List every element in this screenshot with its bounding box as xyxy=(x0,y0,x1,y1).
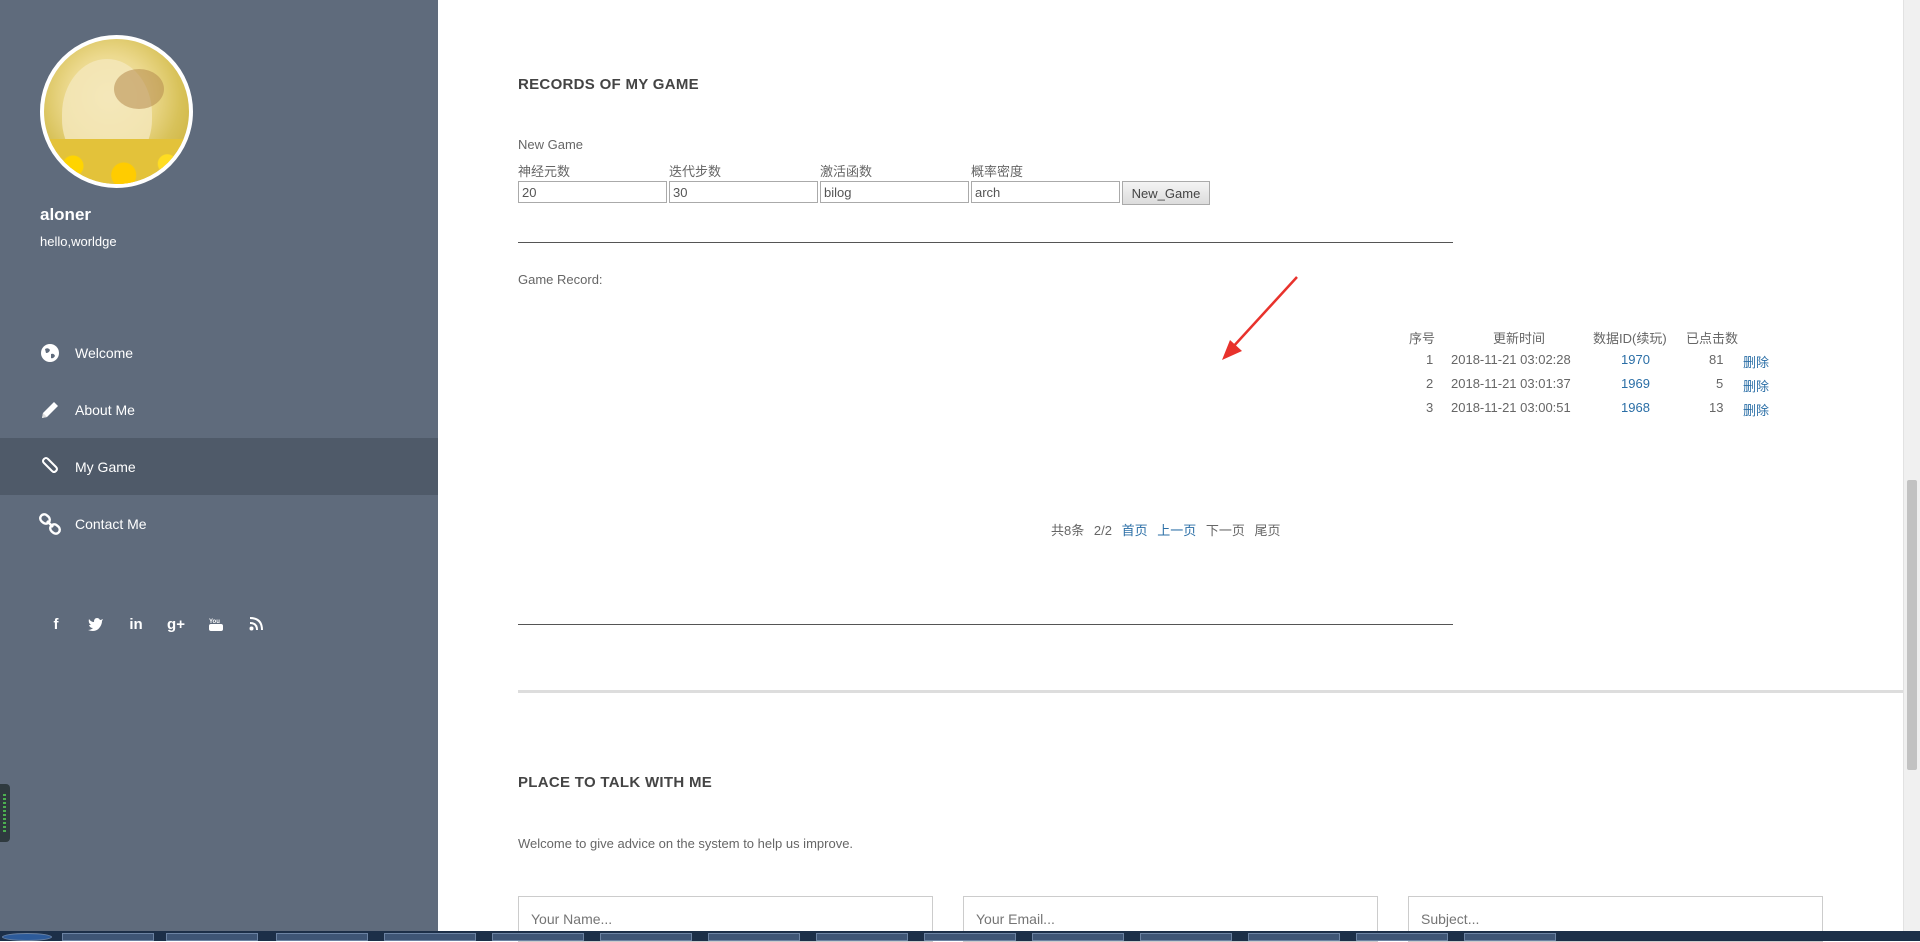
row-id-link[interactable]: 1969 xyxy=(1621,376,1650,391)
talk-description: Welcome to give advice on the system to … xyxy=(518,836,854,851)
pagination-first-link[interactable]: 首页 xyxy=(1122,523,1148,538)
taskbar-button[interactable] xyxy=(166,933,258,941)
table-header-clicks: 已点击数 xyxy=(1686,331,1739,346)
scrollbar-thumb[interactable] xyxy=(1907,480,1917,770)
nav-item-my-game[interactable]: My Game xyxy=(0,438,438,495)
new-game-label: New Game xyxy=(518,137,584,152)
row-index: 2 xyxy=(1426,376,1434,391)
rss-icon[interactable] xyxy=(236,612,276,636)
pagination: 共8条 2/2 首页 上一页 下一页 尾页 xyxy=(1051,520,1287,539)
taskbar-button[interactable] xyxy=(1248,933,1340,941)
nav-item-about-me[interactable]: About Me xyxy=(0,381,438,438)
pagination-next: 下一页 xyxy=(1205,523,1245,538)
param-label-density: 概率密度 xyxy=(971,164,1024,179)
table-header-time: 更新时间 xyxy=(1493,331,1546,346)
param-label-iterations: 迭代步数 xyxy=(669,164,722,179)
divider xyxy=(518,624,1453,625)
table-row: 3 2018-11-21 03:00:51 1968 13 删除 xyxy=(968,400,1769,420)
social-links: f in g+ You xyxy=(36,612,276,636)
profile-username: aloner xyxy=(40,205,92,224)
taskbar-button[interactable] xyxy=(816,933,908,941)
row-index: 3 xyxy=(1426,400,1434,415)
row-time: 2018-11-21 03:01:37 xyxy=(1451,376,1571,391)
taskbar-button[interactable] xyxy=(62,933,154,941)
paperclip-icon xyxy=(38,455,62,479)
globe-icon xyxy=(38,341,62,365)
taskbar-button[interactable] xyxy=(924,933,1016,941)
table-row: 1 2018-11-21 03:02:28 1970 81 删除 xyxy=(968,352,1769,372)
youtube-icon[interactable]: You xyxy=(196,612,236,636)
records-section-title: RECORDS OF MY GAME xyxy=(518,76,699,93)
nav-item-welcome[interactable]: Welcome xyxy=(0,324,438,381)
nav-label-about-me: About Me xyxy=(75,401,135,418)
nav-label-welcome: Welcome xyxy=(75,344,134,361)
nav-label-contact-me: Contact Me xyxy=(75,515,147,532)
iterations-input[interactable] xyxy=(669,181,818,203)
talk-section-title: PLACE TO TALK WITH ME xyxy=(518,774,713,791)
section-separator xyxy=(518,690,1903,693)
avatar xyxy=(40,35,193,188)
googleplus-icon[interactable]: g+ xyxy=(156,612,196,636)
param-label-activation: 激活函数 xyxy=(820,164,873,179)
start-button[interactable] xyxy=(2,933,52,941)
nav-item-contact-me[interactable]: Contact Me xyxy=(0,495,438,552)
pagination-prev-link[interactable]: 上一页 xyxy=(1157,523,1196,538)
row-index: 1 xyxy=(1426,352,1434,367)
taskbar-button[interactable] xyxy=(1140,933,1232,941)
nav-label-my-game: My Game xyxy=(75,458,136,475)
facebook-icon[interactable]: f xyxy=(36,612,76,636)
game-record-label: Game Record: xyxy=(518,272,603,287)
neurons-input[interactable] xyxy=(518,181,667,203)
table-row: 2 2018-11-21 03:01:37 1969 5 删除 xyxy=(968,376,1769,396)
row-clicks: 5 xyxy=(1716,376,1724,391)
table-header-index: 序号 xyxy=(1409,331,1436,346)
row-time: 2018-11-21 03:00:51 xyxy=(1451,400,1571,415)
param-label-neurons: 神经元数 xyxy=(518,164,571,179)
taskbar-button[interactable] xyxy=(1032,933,1124,941)
sidebar: aloner hello,worldge Welcome About Me My… xyxy=(0,0,438,941)
density-input[interactable] xyxy=(971,181,1120,203)
divider xyxy=(518,242,1453,243)
floating-widget-handle[interactable] xyxy=(0,784,10,842)
row-clicks: 13 xyxy=(1709,400,1724,415)
row-delete-link[interactable]: 删除 xyxy=(1743,400,1769,419)
taskbar-button[interactable] xyxy=(600,933,692,941)
taskbar-button[interactable] xyxy=(384,933,476,941)
taskbar-button[interactable] xyxy=(276,933,368,941)
pencil-icon xyxy=(38,398,62,422)
vertical-scrollbar[interactable] xyxy=(1903,0,1920,941)
main-content: RECORDS OF MY GAME New Game 神经元数 迭代步数 激活… xyxy=(438,0,1903,942)
linkedin-icon[interactable]: in xyxy=(116,612,156,636)
pagination-page: 2/2 xyxy=(1093,523,1112,538)
activation-input[interactable] xyxy=(820,181,969,203)
row-delete-link[interactable]: 删除 xyxy=(1743,376,1769,395)
row-clicks: 81 xyxy=(1709,352,1724,367)
twitter-icon[interactable] xyxy=(76,612,116,636)
table-header-id: 数据ID(续玩) xyxy=(1593,331,1667,346)
link-icon xyxy=(38,512,62,536)
row-time: 2018-11-21 03:02:28 xyxy=(1451,352,1571,367)
pagination-last: 尾页 xyxy=(1254,523,1281,538)
row-delete-link[interactable]: 删除 xyxy=(1743,352,1769,371)
taskbar-button[interactable] xyxy=(1464,933,1556,941)
row-id-link[interactable]: 1968 xyxy=(1621,400,1650,415)
taskbar-button[interactable] xyxy=(492,933,584,941)
taskbar-button[interactable] xyxy=(1356,933,1448,941)
os-taskbar xyxy=(0,931,1920,941)
taskbar-button[interactable] xyxy=(708,933,800,941)
row-id-link[interactable]: 1970 xyxy=(1621,352,1650,367)
profile-tagline: hello,worldge xyxy=(40,234,117,249)
sidebar-nav: Welcome About Me My Game Contact Me xyxy=(0,324,438,552)
pagination-total: 共8条 xyxy=(1051,523,1085,538)
new-game-button[interactable]: New_Game xyxy=(1122,181,1210,205)
